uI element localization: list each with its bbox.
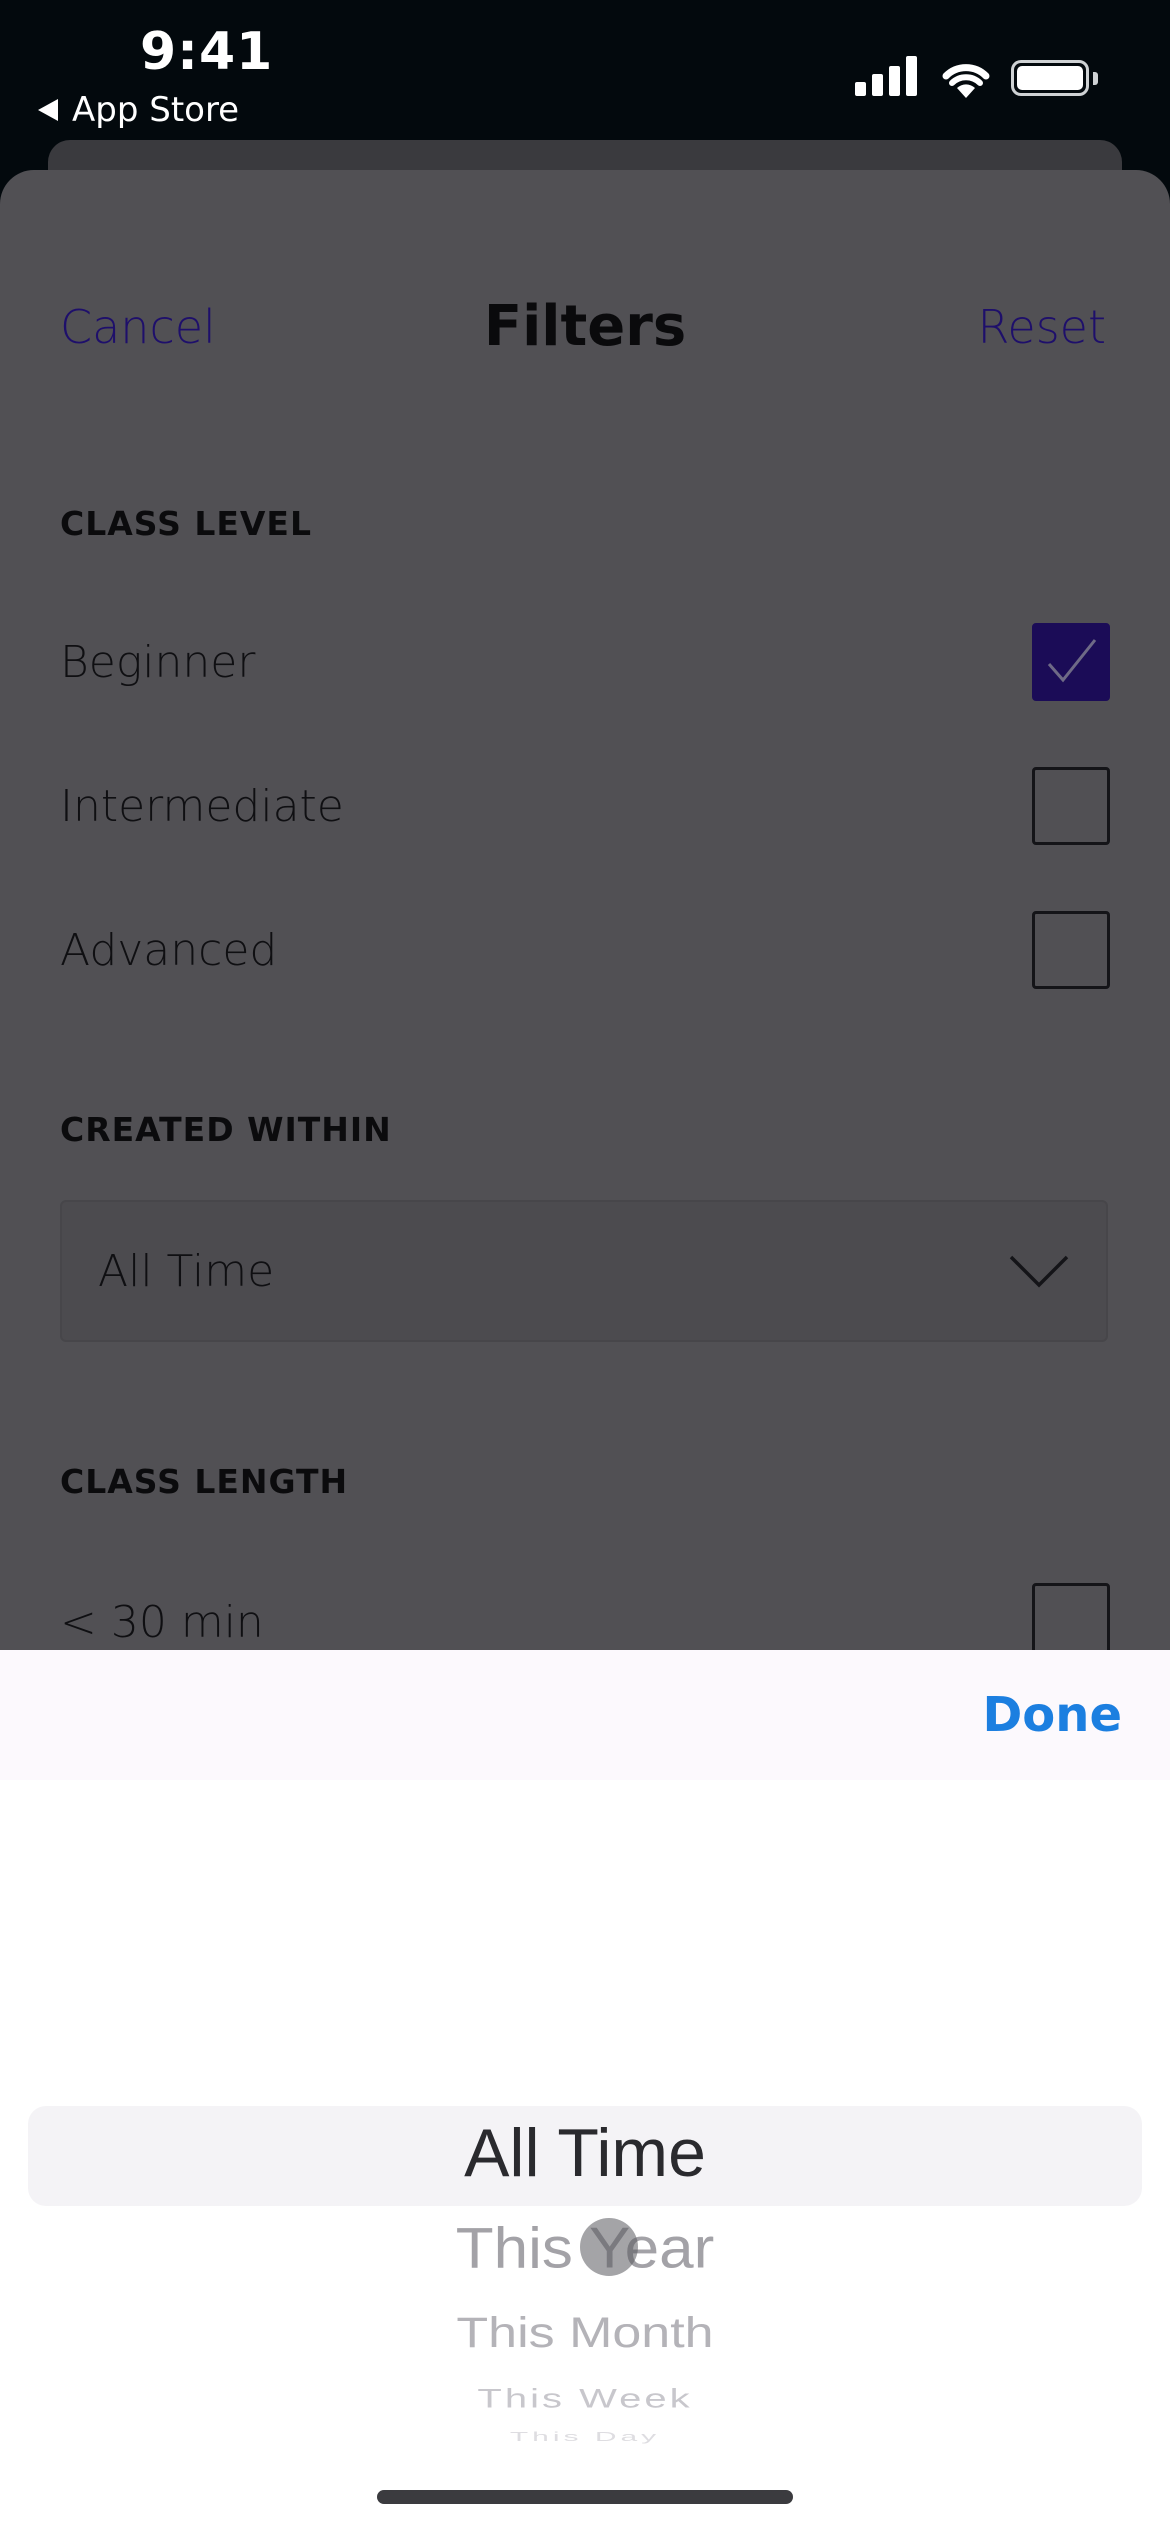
status-time: 9:41 (140, 22, 274, 82)
cellular-signal-icon (855, 56, 917, 96)
class-length-heading: CLASS LENGTH (60, 1462, 349, 1501)
picker-option[interactable]: This Day (0, 2430, 1170, 2444)
class-level-option-advanced[interactable]: Advanced (60, 910, 1110, 990)
chevron-down-icon (1009, 1255, 1069, 1288)
created-within-dropdown[interactable]: All Time (60, 1200, 1108, 1342)
class-level-option-intermediate[interactable]: Intermediate (60, 766, 1110, 846)
picker-option-selected[interactable]: All Time (0, 2114, 1170, 2192)
created-within-heading: CREATED WITHIN (60, 1110, 392, 1149)
option-label: Beginner (60, 636, 256, 688)
back-app-label: App Store (72, 90, 240, 130)
class-length-option-under-30[interactable]: < 30 min (60, 1582, 1110, 1650)
option-label: Advanced (60, 924, 278, 976)
battery-icon (1011, 60, 1089, 96)
class-level-heading: CLASS LEVEL (60, 504, 313, 543)
option-label: Intermediate (60, 780, 344, 832)
option-label: < 30 min (60, 1596, 264, 1648)
advanced-checkbox[interactable] (1032, 911, 1110, 989)
wifi-icon (942, 64, 990, 98)
picker-option[interactable]: This Month (0, 2308, 1170, 2357)
touch-indicator (580, 2218, 638, 2276)
dropdown-value: All Time (98, 1245, 275, 1297)
home-indicator (377, 2490, 793, 2504)
intermediate-checkbox[interactable] (1032, 767, 1110, 845)
checkmark-icon (1047, 639, 1097, 683)
under-30-checkbox[interactable] (1032, 1583, 1110, 1650)
picker-option[interactable]: This Week (0, 2385, 1170, 2415)
created-within-picker[interactable]: All Time This Year This Month This Week … (0, 1780, 1170, 2532)
picker-toolbar: Done (0, 1650, 1170, 1780)
back-to-app-store-link[interactable]: App Store (38, 90, 239, 130)
battery-cap (1093, 72, 1098, 85)
filters-sheet: Cancel Filters Reset CLASS LEVEL Beginne… (0, 170, 1170, 1650)
class-level-option-beginner[interactable]: Beginner (60, 622, 1110, 702)
beginner-checkbox[interactable] (1032, 623, 1110, 701)
reset-button[interactable]: Reset (978, 300, 1107, 354)
done-button[interactable]: Done (982, 1687, 1122, 1743)
back-triangle-icon (38, 99, 58, 121)
